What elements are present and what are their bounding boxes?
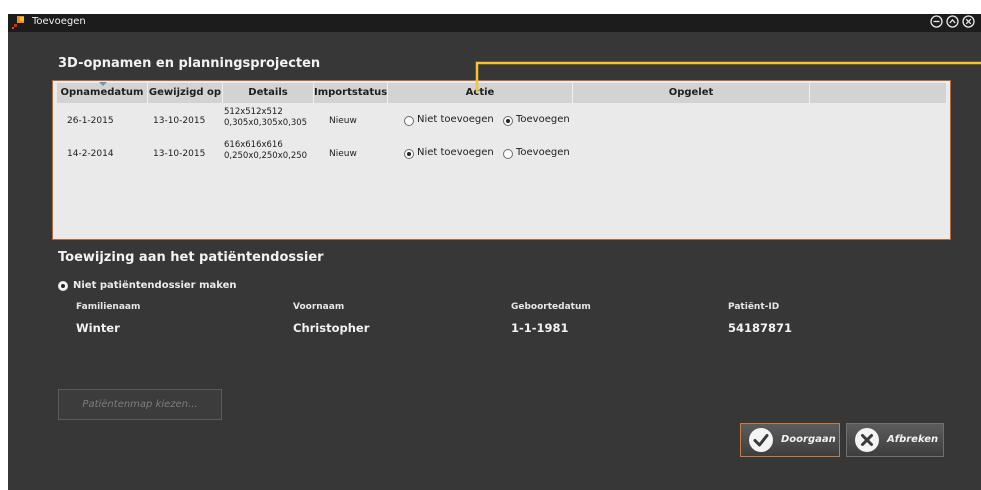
callout-line: [475, 61, 981, 92]
